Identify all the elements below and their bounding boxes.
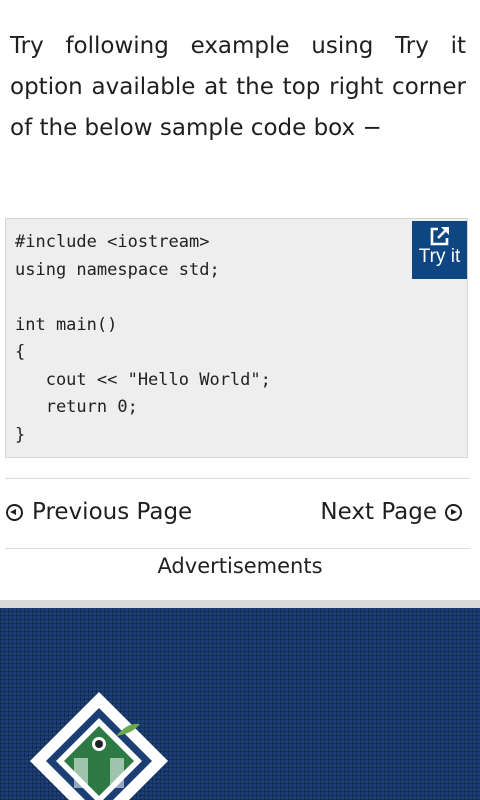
external-link-icon	[430, 227, 449, 246]
previous-page-link[interactable]: Previous Page	[6, 495, 192, 529]
tutorialspoint-logo-icon[interactable]	[24, 686, 174, 800]
divider-bottom	[5, 548, 470, 549]
next-page-link[interactable]: Next Page	[320, 495, 462, 529]
try-it-label: Try it	[418, 246, 461, 267]
footer-banner	[0, 608, 480, 800]
intro-paragraph: Try following example using Try it optio…	[10, 33, 466, 141]
code-box: #include <iostream> using namespace std;…	[5, 218, 468, 458]
next-page-label: Next Page	[320, 499, 437, 525]
try-it-button[interactable]: Try it	[412, 221, 467, 279]
circle-arrow-left-icon	[6, 503, 23, 521]
footer-separator	[0, 600, 480, 608]
circle-arrow-right-icon	[445, 503, 462, 521]
advertisements-label: Advertisements	[157, 554, 323, 578]
divider-top	[5, 478, 470, 479]
previous-page-label: Previous Page	[32, 499, 193, 525]
code-sample: #include <iostream> using namespace std;…	[15, 232, 271, 445]
